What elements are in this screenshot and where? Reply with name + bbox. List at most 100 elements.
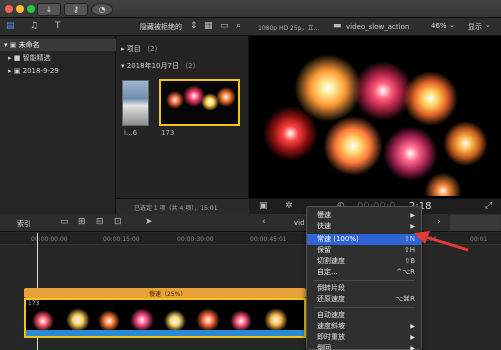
- firework-burst: [383, 126, 438, 181]
- connect-clip-icon[interactable]: ▭: [60, 217, 69, 227]
- display-popup[interactable]: 显示: [468, 22, 482, 32]
- menu-item-label: 自动速度: [317, 311, 345, 319]
- menu-shortcut: ^⌥R: [396, 268, 415, 276]
- timeline-clip[interactable]: 173: [24, 298, 306, 338]
- event-icon: ▣: [13, 67, 21, 75]
- menu-separator: [313, 280, 415, 281]
- submenu-arrow-icon: ▶: [410, 334, 415, 341]
- menu-item-blade-speed[interactable]: 切割速度 ⇧B: [307, 256, 421, 267]
- firework-burst: [264, 308, 288, 332]
- group-label: 项目: [126, 45, 141, 53]
- menu-item-label: 切割速度: [317, 257, 345, 265]
- menu-item-label: 速度斜坡: [317, 322, 345, 330]
- ruler-tick: 00:01: [470, 236, 488, 243]
- download-icon: ↓: [45, 5, 53, 14]
- menu-item-label: 常速 (100%): [317, 235, 359, 243]
- firework-burst: [216, 87, 236, 107]
- firework-burst: [196, 308, 220, 332]
- firework-burst: [443, 121, 488, 166]
- menu-item-instant-replay[interactable]: 即时重放 ▶: [307, 332, 421, 343]
- menu-item-hold[interactable]: 保留 ⇧H: [307, 245, 421, 256]
- chevron-updown-icon[interactable]: ⇕: [190, 21, 198, 31]
- menu-item-auto-speed[interactable]: 自动速度: [307, 310, 421, 321]
- menu-item-slow[interactable]: 慢速 ▶: [307, 210, 421, 221]
- menu-item-rewind[interactable]: 倒回 ▶: [307, 343, 421, 350]
- browser-status-bar: 已选定 1 项（共 4 项），15:01: [116, 198, 249, 214]
- firework-burst: [403, 71, 458, 126]
- photos-audio-icon[interactable]: ♫: [30, 21, 38, 31]
- viewer-clip-name: video_slow_action: [346, 23, 410, 31]
- menu-item-normal-speed[interactable]: 常速 (100%) ⇧N: [307, 234, 421, 245]
- effects-icon[interactable]: ✲: [285, 201, 293, 211]
- firework-burst: [166, 91, 184, 109]
- clip-number: 173: [28, 300, 40, 307]
- select-tool-icon[interactable]: ➤: [145, 217, 153, 227]
- menu-item-label: 保留: [317, 246, 331, 254]
- menu-item-label: 还原速度: [317, 295, 345, 303]
- background-tasks-button[interactable]: ◔: [91, 3, 113, 16]
- firework-burst: [263, 106, 318, 161]
- import-button[interactable]: ↓: [37, 3, 61, 16]
- sidebar-item-smart-collections[interactable]: ▸ ■ 智能精选: [0, 52, 116, 64]
- firework-burst: [32, 310, 54, 332]
- transform-icon[interactable]: ▣: [259, 201, 268, 211]
- video-frame: [253, 41, 497, 196]
- ruler-tick: 00:00:45:01: [250, 236, 287, 243]
- folder-icon: ■: [13, 54, 21, 62]
- firework-burst: [66, 308, 90, 332]
- libraries-icon[interactable]: ▤: [6, 21, 15, 31]
- menu-item-fast[interactable]: 快速 ▶: [307, 221, 421, 232]
- append-clip-icon[interactable]: ⊟: [96, 217, 104, 227]
- clip-thumbnail[interactable]: [122, 80, 149, 126]
- key-icon: ⚷: [73, 5, 79, 14]
- search-icon[interactable]: ⌕: [236, 21, 241, 31]
- disclosure-triangle-icon[interactable]: ▸: [121, 45, 125, 53]
- disclosure-triangle-icon[interactable]: ▸: [8, 67, 12, 75]
- titles-generators-icon[interactable]: T: [55, 21, 61, 31]
- firework-burst: [98, 310, 120, 332]
- minimize-window-button[interactable]: [16, 5, 24, 13]
- forward-arrow-icon[interactable]: ›: [437, 217, 441, 227]
- viewer-format: 1080p HD 25p，立...: [258, 25, 320, 32]
- fullscreen-icon[interactable]: ⤢: [485, 201, 492, 211]
- disclosure-triangle-icon[interactable]: ▾: [121, 62, 125, 70]
- group-label: 2018年10月7日: [126, 62, 179, 70]
- library-row[interactable]: ▾ ▣ 未命名: [0, 39, 116, 51]
- zoom-window-button[interactable]: [27, 5, 35, 13]
- library-name: 未命名: [18, 41, 40, 49]
- menu-item-label: 快速: [317, 222, 331, 230]
- ruler-tick: 00:00:30:00: [177, 236, 214, 243]
- insert-clip-icon[interactable]: ⊞: [78, 217, 86, 227]
- group-date[interactable]: ▾ 2018年10月7日 （2）: [121, 61, 200, 71]
- clip-appearance-icon[interactable]: ▭: [220, 21, 229, 31]
- filmstrip-view-icon[interactable]: ▦: [204, 21, 213, 31]
- clip-thumbnail-selected[interactable]: [159, 79, 240, 126]
- chevron-down-icon[interactable]: ⌄: [485, 21, 491, 29]
- group-count: （2）: [142, 45, 162, 53]
- firework-burst: [230, 310, 252, 332]
- menu-item-label: 倒回: [317, 344, 331, 350]
- speed-bar[interactable]: 慢速（25%）: [24, 288, 306, 298]
- menu-shortcut: ⌥⌘R: [395, 295, 415, 303]
- back-arrow-icon[interactable]: ‹: [262, 217, 266, 227]
- zoom-popup[interactable]: 46%: [431, 22, 447, 30]
- close-window-button[interactable]: [5, 5, 13, 13]
- selection-status: 已选定 1 项（共 4 项），15:01: [134, 205, 218, 212]
- ruler-tick: 00:00:15:00: [103, 236, 140, 243]
- menu-item-speed-ramp[interactable]: 速度斜坡 ▶: [307, 321, 421, 332]
- menu-item-custom[interactable]: 自定... ^⌥R: [307, 267, 421, 278]
- chevron-down-icon[interactable]: ⌄: [449, 21, 455, 29]
- group-count: （2）: [181, 62, 200, 70]
- disclosure-triangle-icon[interactable]: ▸: [8, 54, 12, 62]
- menu-item-reset-speed[interactable]: 还原速度 ⌥⌘R: [307, 294, 421, 305]
- index-button[interactable]: 索引: [17, 219, 31, 229]
- speed-label: 慢速（25%）: [149, 291, 187, 298]
- filter-popup[interactable]: 隐藏被拒绝的: [140, 22, 182, 32]
- group-projects[interactable]: ▸ 项目 （2）: [121, 44, 161, 54]
- keywords-button[interactable]: ⚷: [64, 3, 88, 16]
- menu-item-reverse-clip[interactable]: 倒转片段: [307, 283, 421, 294]
- overwrite-clip-icon[interactable]: ⊡: [114, 217, 122, 227]
- disclosure-triangle-icon[interactable]: ▾: [4, 41, 8, 49]
- clip-icon: ▬: [333, 21, 342, 31]
- sidebar-item-event[interactable]: ▸ ▣ 2018-9-29: [0, 65, 116, 77]
